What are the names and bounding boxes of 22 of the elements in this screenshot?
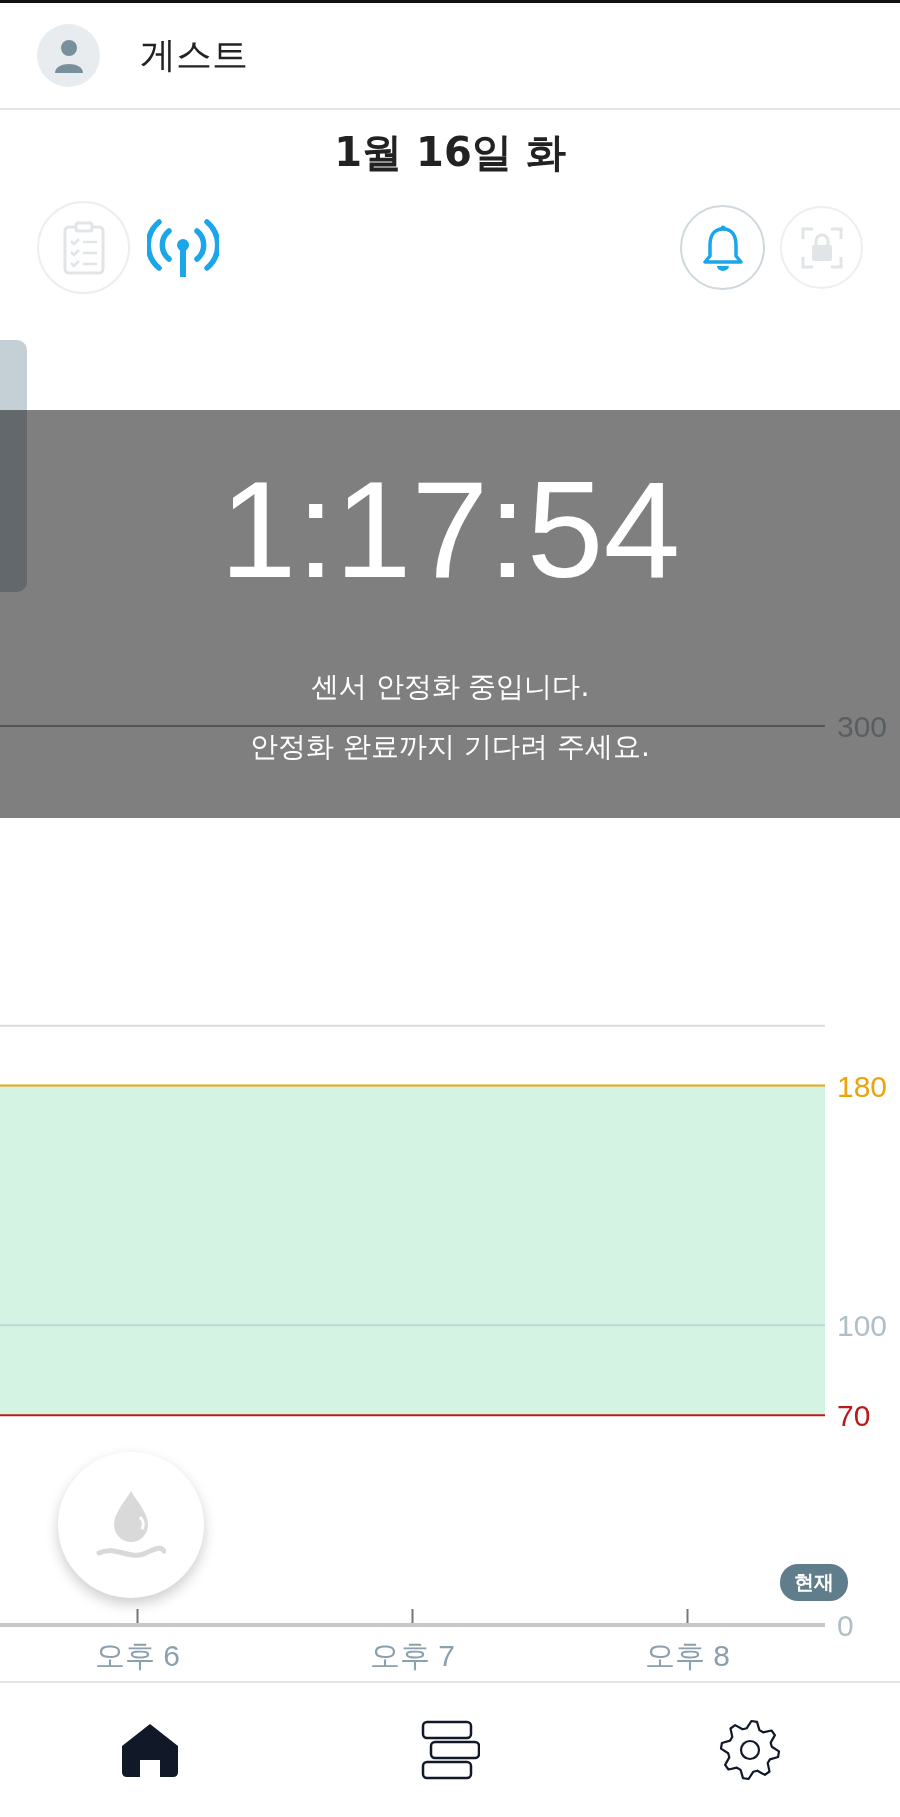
settings-icon[interactable] xyxy=(719,1719,781,1781)
side-handle[interactable] xyxy=(0,340,27,592)
y-axis-label: 100 xyxy=(837,1309,888,1343)
x-axis-label: 오후 7 xyxy=(370,1639,455,1672)
y-axis-label: 0 xyxy=(837,1609,854,1642)
user-name: 게스트 xyxy=(140,33,248,77)
x-axis-label: 오후 8 xyxy=(645,1639,730,1672)
date-title: 1월 16일 화 xyxy=(334,128,566,177)
status-message: 센서 안정화 중입니다. xyxy=(310,669,590,705)
y-axis-label: 180 xyxy=(837,1069,888,1103)
lock-icon xyxy=(800,226,843,269)
x-axis-label: 오후 6 xyxy=(95,1639,180,1672)
status-message: 안정화 완료까지 기다려 주세요. xyxy=(250,729,650,765)
signal-icon xyxy=(147,216,219,279)
list-icon[interactable] xyxy=(420,1720,480,1780)
bell-icon xyxy=(701,224,744,271)
now-label: 현재 xyxy=(780,1564,848,1601)
bell-button[interactable] xyxy=(680,205,765,290)
y-axis-label: 70 xyxy=(837,1399,871,1433)
countdown-timer: 1:17:54 xyxy=(219,460,681,598)
home-icon[interactable] xyxy=(120,1722,180,1778)
clipboard-icon xyxy=(61,220,106,275)
